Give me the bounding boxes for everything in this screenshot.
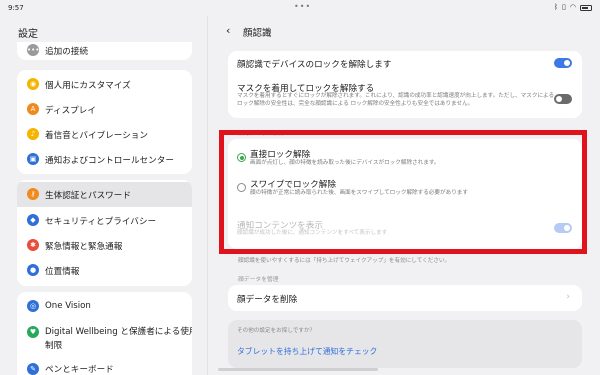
bluetooth-icon: ᛒ bbox=[553, 3, 559, 11]
bell-icon: ♪ bbox=[27, 128, 39, 140]
mask-unlock-toggle[interactable] bbox=[554, 94, 572, 104]
vibrate-icon: ▯ bbox=[562, 3, 566, 11]
raise-to-wake-note: 顔認識を使いやすくするには「持ち上げてウェイクアップ」を有効にしてください。 bbox=[238, 258, 451, 264]
mask-unlock-description: マスクを着用するとすぐにロックが解除されます。これにより、認識の成功率と認識速度… bbox=[237, 93, 555, 107]
location-icon: ● bbox=[27, 264, 39, 276]
pen-icon: ✎ bbox=[27, 363, 39, 375]
onevision-icon: ◎ bbox=[27, 300, 39, 312]
more-icon: ••• bbox=[27, 44, 40, 56]
more-settings-card: その他の設定をお探しですか？ タブレットを持ち上げて通知をチェック bbox=[228, 320, 582, 368]
sos-icon: ✱ bbox=[27, 239, 39, 251]
sidebar-group-personalize: ◉ 個人用にカスタマイズ A ディスプレイ ♪ 着信音とバイブレーション ▣ 通… bbox=[17, 70, 192, 174]
sidebar-item-privacy[interactable]: ◆ セキュリティとプライバシー bbox=[17, 208, 192, 233]
section-label-manage-face: 顔データを管理 bbox=[238, 277, 279, 283]
sidebar-item-digital-wellbeing[interactable]: ♥ Digital Wellbeing と保護者による使用 制限 bbox=[17, 320, 192, 356]
sidebar-item-notifications[interactable]: ▣ 通知およびコントロールセンター bbox=[17, 147, 192, 172]
status-time: 9:57 bbox=[8, 4, 24, 12]
palette-icon: ◉ bbox=[27, 78, 39, 90]
sidebar-item-display[interactable]: A ディスプレイ bbox=[17, 97, 192, 122]
wifi-icon: ◠ bbox=[569, 3, 576, 11]
display-icon: A bbox=[27, 103, 39, 115]
delete-face-data-row[interactable]: 顔データを削除 › bbox=[228, 285, 582, 311]
status-bar: 9:57 ••• ᛒ ▯ ◠ bbox=[0, 0, 600, 16]
sidebar-item-one-vision[interactable]: ◎ One Vision bbox=[17, 294, 192, 319]
settings-sidebar: 設定 ••• 追加の接続 ◉ 個人用にカスタマイズ A ディスプレイ ♪ 着信音… bbox=[0, 16, 207, 375]
sidebar-group-security: ⚷ 生体認証とパスワード ◆ セキュリティとプライバシー ✱ 緊急情報と緊急通報… bbox=[17, 180, 192, 286]
raise-to-check-link[interactable]: タブレットを持ち上げて通知をチェック bbox=[237, 346, 377, 357]
notification-icon: ▣ bbox=[27, 153, 39, 165]
multi-window-dots-icon[interactable]: ••• bbox=[294, 2, 311, 11]
sidebar-title: 設定 bbox=[18, 29, 38, 40]
highlight-box bbox=[219, 130, 587, 254]
sidebar-item-sound[interactable]: ♪ 着信音とバイブレーション bbox=[17, 122, 192, 147]
page-title: 顔認識 bbox=[243, 28, 272, 39]
face-unlock-card: 顔認識でデバイスのロックを解除します マスクを着用してロックを解除する マスクを… bbox=[228, 51, 582, 118]
face-unlock-toggle[interactable] bbox=[554, 58, 572, 68]
delete-face-data-label: 顔データを削除 bbox=[237, 295, 298, 305]
sidebar-item-additional-connections[interactable]: ••• 追加の接続 bbox=[17, 42, 192, 60]
sidebar-group-connect: ••• 追加の接続 bbox=[17, 42, 192, 60]
home-indicator[interactable] bbox=[218, 368, 378, 371]
wellbeing-icon: ♥ bbox=[27, 326, 39, 338]
sidebar-item-emergency[interactable]: ✱ 緊急情報と緊急通報 bbox=[17, 233, 192, 258]
sidebar-group-wellbeing: ◎ One Vision ♥ Digital Wellbeing と保護者による… bbox=[17, 292, 192, 375]
back-arrow-icon[interactable]: ‹ bbox=[226, 24, 230, 37]
status-icons: ᛒ ▯ ◠ bbox=[554, 3, 592, 12]
sidebar-item-customize[interactable]: ◉ 個人用にカスタマイズ bbox=[17, 72, 192, 97]
sidebar-item-biometrics[interactable]: ⚷ 生体認証とパスワード bbox=[17, 182, 192, 207]
sidebar-item-location[interactable]: ● 位置情報 bbox=[17, 258, 192, 283]
sidebar-item-pen-keyboard[interactable]: ✎ ペンとキーボード bbox=[17, 356, 192, 375]
key-icon: ⚷ bbox=[27, 188, 39, 200]
battery-icon bbox=[580, 4, 592, 11]
face-unlock-label: 顔認識でデバイスのロックを解除します bbox=[237, 60, 392, 70]
more-settings-label: その他の設定をお探しですか？ bbox=[237, 328, 316, 334]
chevron-right-icon: › bbox=[566, 292, 570, 302]
shield-icon: ◆ bbox=[27, 214, 39, 226]
